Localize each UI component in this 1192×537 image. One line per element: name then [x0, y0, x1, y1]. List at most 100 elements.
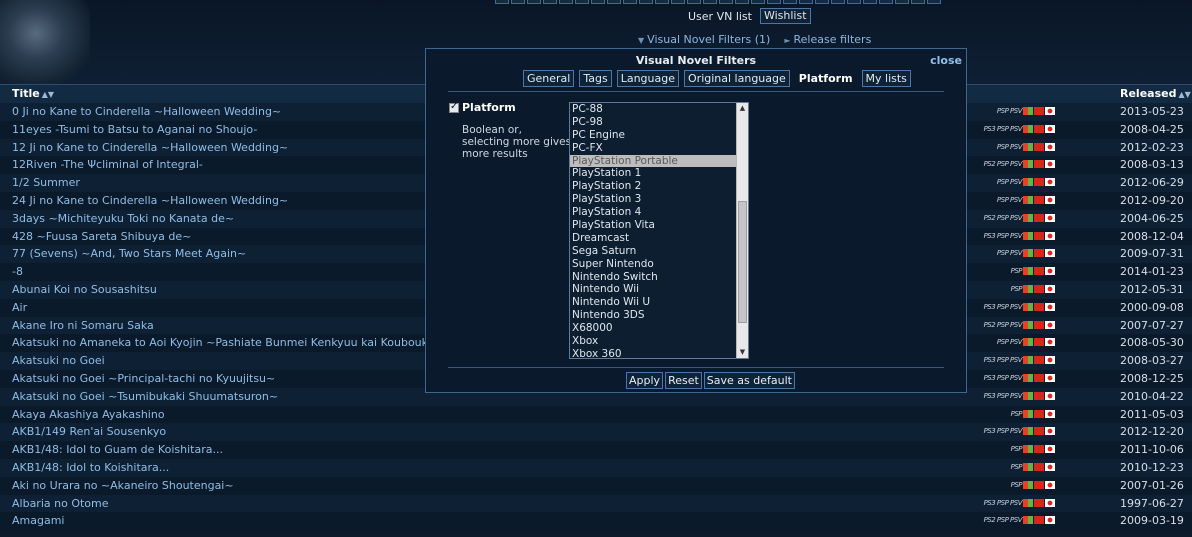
vn-title-link[interactable]: Abunai Koi no Sousashitsu [12, 283, 157, 296]
vn-title-link[interactable]: Aki no Urara no ~Akaneiro Shoutengai~ [12, 479, 234, 492]
vn-title-link[interactable]: AKB1/48: Idol to Koishitara... [12, 461, 169, 474]
title-column-header[interactable]: Title ▲▼ [12, 87, 54, 100]
vn-title-link[interactable]: 3days ~Michiteyuku Toki no Kanata de~ [12, 212, 234, 225]
letter-filter-box[interactable] [751, 0, 765, 4]
tab-my-lists[interactable]: My lists [861, 70, 911, 87]
vn-title-link[interactable]: -8 [12, 265, 23, 278]
letter-filter-box[interactable] [783, 0, 797, 4]
letter-filter-box[interactable] [559, 0, 573, 4]
platform-option[interactable]: Xbox [570, 335, 748, 348]
reset-button[interactable]: Reset [665, 372, 702, 389]
checkbox-checked-icon[interactable] [449, 101, 459, 113]
letter-filter-box[interactable] [847, 0, 861, 4]
platform-option[interactable]: PC-FX [570, 142, 748, 155]
sort-arrows-icon[interactable]: ▲▼ [1178, 90, 1190, 99]
platform-option[interactable]: Nintendo 3DS [570, 309, 748, 322]
platform-option[interactable]: PlayStation Vita [570, 219, 748, 232]
vn-title-link[interactable]: 12Riven -The Ψcliminal of Integral- [12, 158, 203, 171]
apply-button[interactable]: Apply [626, 372, 664, 389]
letter-filter-box[interactable] [879, 0, 893, 4]
platform-option[interactable]: Dreamcast [570, 232, 748, 245]
platform-option[interactable]: PC-98 [570, 116, 748, 129]
tab-language[interactable]: Language [616, 70, 680, 87]
platform-option[interactable]: PC Engine [570, 129, 748, 142]
letter-filter-box[interactable] [511, 0, 525, 4]
scrollbar-thumb[interactable] [738, 201, 747, 323]
vn-title-link[interactable]: Akatsuki no Goei [12, 354, 105, 367]
wishlist-button[interactable]: Wishlist [759, 8, 811, 24]
vn-filters-link[interactable]: ▼ Visual Novel Filters (1) [638, 33, 770, 46]
scroll-up-icon[interactable]: ▲ [737, 103, 748, 114]
scroll-down-icon[interactable]: ▼ [737, 347, 748, 358]
platform-option[interactable]: Nintendo Wii U [570, 296, 748, 309]
released-column-header[interactable]: Released ▲▼ [1120, 87, 1191, 100]
sort-arrows-icon[interactable]: ▲▼ [42, 90, 54, 99]
vn-title-link[interactable]: 1/2 Summer [12, 176, 80, 189]
letter-filter-box[interactable] [719, 0, 733, 4]
platform-option[interactable]: PlayStation 2 [570, 180, 748, 193]
letter-filter-box[interactable] [863, 0, 877, 4]
platform-option[interactable]: PlayStation 4 [570, 206, 748, 219]
letter-filter-box[interactable] [815, 0, 829, 4]
letter-filter-box[interactable] [543, 0, 557, 4]
vn-title-link[interactable]: 11eyes -Tsumi to Batsu to Aganai no Shou… [12, 123, 257, 136]
vn-title-link[interactable]: 24 Ji no Kane to Cinderella ~Halloween W… [12, 194, 288, 207]
vn-title-link[interactable]: Akatsuki no Goei ~Principal-tachi no Kyu… [12, 372, 275, 385]
letter-filter-box[interactable] [703, 0, 717, 4]
letter-filter-box[interactable] [767, 0, 781, 4]
letter-filter-box[interactable] [927, 0, 941, 4]
platform-option[interactable]: Nintendo Wii [570, 283, 748, 296]
letter-filter-box[interactable] [895, 0, 909, 4]
platform-option[interactable]: Super Nintendo [570, 258, 748, 271]
save-default-button[interactable]: Save as default [703, 372, 795, 389]
letter-filter-box[interactable] [735, 0, 749, 4]
vn-title-link[interactable]: AKB1/48: Idol to Guam de Koishitara... [12, 443, 223, 456]
letter-filter-box[interactable] [911, 0, 925, 4]
vn-title-link[interactable]: Akaya Akashiya Ayakashino [12, 408, 165, 421]
tab-tags[interactable]: Tags [579, 70, 612, 87]
windows-icon [1023, 338, 1033, 347]
letter-filter-box[interactable] [799, 0, 813, 4]
letter-filter-box[interactable] [575, 0, 589, 4]
vn-title-link[interactable]: 77 (Sevens) ~And, Two Stars Meet Again~ [12, 247, 246, 260]
letter-filter-box[interactable] [671, 0, 685, 4]
tab-original-language[interactable]: Original language [684, 70, 790, 87]
platform-option[interactable]: PC-88 [570, 103, 748, 116]
platform-filter-toggle[interactable]: Platform [449, 101, 516, 114]
vn-title-link[interactable]: 0 Ji no Kane to Cinderella ~Halloween We… [12, 105, 281, 118]
vn-title-link[interactable]: Akane Iro ni Somaru Saka [12, 319, 154, 332]
tab-platform[interactable]: Platform [795, 70, 857, 87]
vn-title-link[interactable]: 12 Ji no Kane to Cinderella ~Halloween W… [12, 141, 288, 154]
vn-title-link[interactable]: AKB1/149 Ren'ai Sousenkyo [12, 425, 166, 438]
vn-title-link[interactable]: Akatsuki no Goei ~Tsumibukaki Shuumatsur… [12, 390, 278, 403]
vn-title-link[interactable]: 428 ~Fuusa Sareta Shibuya de~ [12, 230, 191, 243]
vn-title-link[interactable]: Akatsuki no Amaneka to Aoi Kyojin ~Pashi… [12, 336, 440, 349]
tab-general[interactable]: General [523, 70, 575, 87]
platform-option[interactable]: Xbox 360 [570, 348, 748, 358]
cn-flag-icon [1034, 195, 1044, 204]
letter-filter-box[interactable] [527, 0, 541, 4]
letter-filter-box[interactable] [655, 0, 669, 4]
platform-option[interactable]: Nintendo Switch [570, 271, 748, 284]
letter-filter-box[interactable] [607, 0, 621, 4]
letter-filter-box[interactable] [687, 0, 701, 4]
user-vn-list-link[interactable]: User VN list [688, 10, 752, 23]
platform-option[interactable]: X68000 [570, 322, 748, 335]
platform-option[interactable]: PlayStation Portable [570, 154, 748, 168]
platform-option[interactable]: Sega Saturn [570, 245, 748, 258]
letter-filter-box[interactable] [495, 0, 509, 4]
letter-filter-box[interactable] [591, 0, 605, 4]
release-filters-link[interactable]: ► Release filters [784, 33, 871, 46]
vn-title-link[interactable]: Air [12, 301, 27, 314]
vn-title-link[interactable]: Amagami [12, 514, 64, 527]
alphabet-filter[interactable] [495, 0, 941, 5]
vn-title-link[interactable]: Albaria no Otome [12, 497, 109, 510]
letter-filter-box[interactable] [831, 0, 845, 4]
letter-filter-box[interactable] [639, 0, 653, 4]
platform-listbox[interactable]: PC-88 PC-98 PC Engine PC-FX PlayStation Port… [569, 102, 749, 359]
letter-filter-box[interactable] [623, 0, 637, 4]
platform-option[interactable]: PlayStation 1 [570, 167, 748, 180]
platform-option[interactable]: PlayStation 3 [570, 193, 748, 206]
close-button[interactable]: close [930, 54, 962, 67]
scrollbar[interactable]: ▲ ▼ [736, 103, 748, 358]
